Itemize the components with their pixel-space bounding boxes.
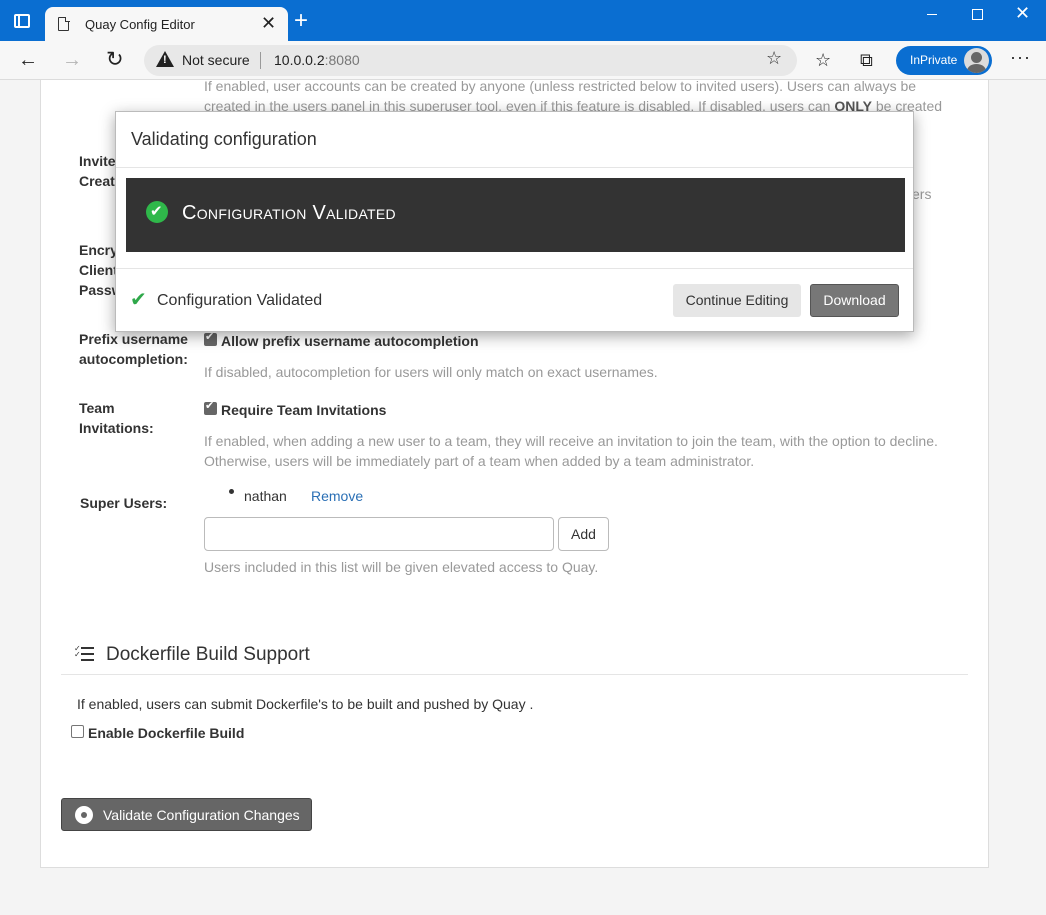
browser-tab[interactable]: Quay Config Editor ✕	[45, 7, 288, 41]
prefix-label-line2: autocompletion:	[79, 351, 188, 367]
encrypted-label-line1: Encry	[79, 242, 118, 258]
team-invitations-help-line2: Otherwise, users will be immediately par…	[204, 453, 755, 469]
prefix-autocomplete-label[interactable]: Allow prefix username autocompletion	[221, 331, 479, 351]
add-super-user-button[interactable]: Add	[558, 517, 609, 551]
dockerfile-help: If enabled, users can submit Dockerfile'…	[77, 696, 534, 712]
modal-title: Validating configuration	[131, 129, 317, 149]
section-divider	[61, 674, 968, 675]
url-field[interactable]: Not secure 10.0.0.2:8080 ☆	[144, 45, 797, 76]
super-users-label: Super Users:	[80, 495, 168, 511]
continue-editing-button[interactable]: Continue Editing	[673, 284, 801, 317]
check-icon: ✔	[130, 289, 147, 311]
modal-footer-divider	[116, 268, 913, 269]
super-user-input[interactable]	[204, 517, 554, 551]
address-bar: ← → ↻ Not secure 10.0.0.2:8080 ☆ ☆ ⧉ InP…	[0, 41, 1046, 80]
team-label-line1: Team	[79, 400, 115, 416]
encrypted-label-line2: Client	[79, 262, 118, 278]
prefix-autocomplete-help: If disabled, autocompletion for users wi…	[204, 364, 658, 380]
maximize-icon[interactable]	[972, 9, 983, 20]
url-divider	[260, 52, 261, 69]
security-label[interactable]: Not secure	[182, 52, 250, 68]
url-text[interactable]: 10.0.0.2:8080	[274, 52, 360, 68]
validate-button-label: Validate Configuration Changes	[103, 807, 300, 823]
team-invitations-checkbox[interactable]	[204, 399, 217, 415]
tab-actions-icon[interactable]	[14, 14, 30, 28]
more-options-icon[interactable]: ···	[1010, 47, 1031, 68]
enable-dockerfile-checkbox[interactable]	[71, 725, 84, 738]
inprivate-button[interactable]: InPrivate	[896, 46, 992, 75]
close-window-icon[interactable]: ✕	[1015, 4, 1030, 22]
super-users-help: Users included in this list will be give…	[204, 559, 599, 575]
record-icon	[75, 806, 93, 824]
reload-icon[interactable]: ↻	[106, 47, 124, 73]
validate-configuration-button[interactable]: Validate Configuration Changes	[61, 798, 312, 831]
favorites-icon[interactable]: ☆	[815, 49, 831, 71]
avatar	[964, 48, 989, 73]
tab-title: Quay Config Editor	[85, 17, 195, 32]
enable-dockerfile-label[interactable]: Enable Dockerfile Build	[88, 723, 244, 743]
download-button[interactable]: Download	[810, 284, 899, 317]
check-circle-icon	[146, 201, 168, 223]
remove-super-user-link[interactable]: Remove	[311, 488, 363, 504]
add-favorite-icon[interactable]: ☆	[766, 48, 782, 69]
super-user-name: nathan	[244, 488, 287, 504]
browser-tab-bar: Quay Config Editor ✕ + ✕	[0, 0, 1046, 41]
modal-header-divider	[116, 167, 913, 168]
tasks-list-icon: ✓ ✓	[74, 644, 94, 662]
team-invitations-help-line1: If enabled, when adding a new user to a …	[204, 433, 938, 449]
invite-label-line1: Invite	[79, 153, 116, 169]
prefix-label-line1: Prefix username	[79, 331, 188, 347]
forward-icon[interactable]: →	[62, 47, 82, 73]
url-host: 10.0.0.2	[274, 52, 325, 68]
team-label-line2: Invitations:	[79, 420, 154, 436]
super-user-bullet	[229, 489, 234, 494]
validation-status: Configuration Validated	[157, 292, 323, 309]
invite-label-line2: Creat	[79, 173, 115, 189]
team-invitations-label[interactable]: Require Team Invitations	[221, 400, 386, 420]
new-tab-icon[interactable]: +	[294, 9, 308, 33]
dockerfile-section-title: Dockerfile Build Support	[106, 644, 310, 665]
inprivate-label: InPrivate	[910, 53, 958, 67]
validation-banner: Configuration Validated	[126, 178, 905, 252]
invite-help-tail: ers	[912, 186, 932, 202]
validation-modal: Validating configuration Configuration V…	[115, 111, 914, 332]
page-icon	[58, 16, 70, 31]
minimize-icon[interactable]	[927, 14, 937, 15]
tab-close-icon[interactable]: ✕	[261, 13, 276, 33]
prefix-autocomplete-checkbox[interactable]	[204, 330, 217, 346]
back-icon[interactable]: ←	[18, 47, 38, 73]
banner-text: Configuration Validated	[182, 202, 396, 224]
collections-icon[interactable]: ⧉	[860, 49, 873, 71]
warning-icon[interactable]	[156, 51, 174, 67]
user-creation-help-line1: If enabled, user accounts can be created…	[204, 80, 917, 94]
url-port: :8080	[324, 52, 360, 68]
